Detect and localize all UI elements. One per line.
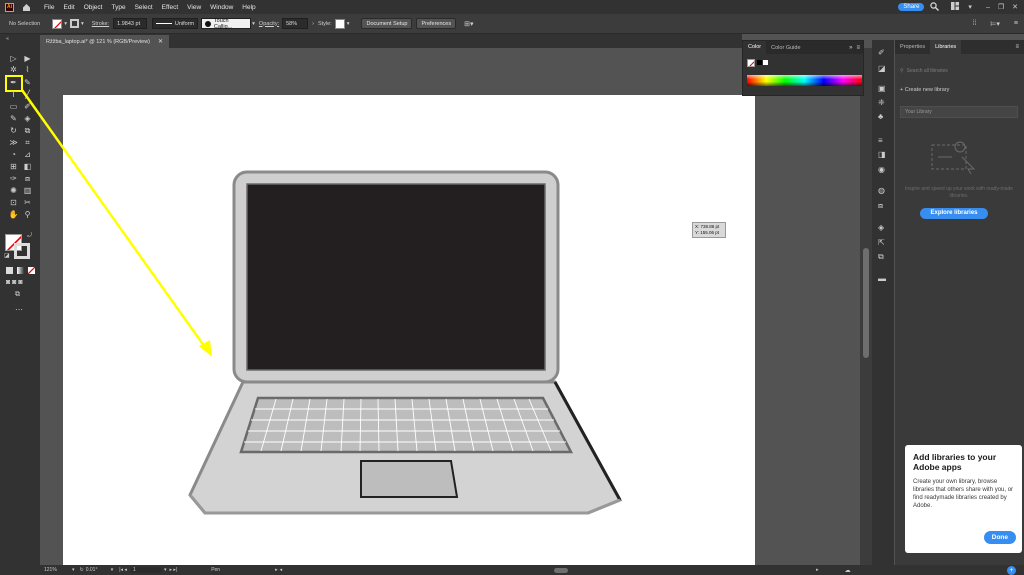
document-info-icon[interactable]: ◪ — [878, 64, 886, 73]
brushes-icon[interactable]: ❈ — [878, 98, 885, 107]
artboard-dropdown-icon[interactable]: ▾ — [164, 567, 167, 573]
properties-tab[interactable]: Properties — [895, 44, 930, 50]
brushes-panel-icon[interactable]: ✐ — [878, 48, 885, 57]
popup-body: Create your own library, browse librarie… — [913, 479, 1014, 509]
hscroll-thumb[interactable] — [554, 567, 569, 573]
popup-title: Add libraries to your Adobe apps — [913, 452, 997, 472]
rotation-dropdown-icon[interactable]: ▾ — [111, 567, 114, 573]
next-artboard-icon[interactable]: ▸ ▸| — [169, 567, 177, 573]
coord-y: Y: 155.06 pt — [695, 230, 720, 235]
artboard-number-field[interactable]: 1 — [130, 567, 161, 573]
color-tab[interactable]: Color — [743, 41, 767, 54]
library-select[interactable]: Your Library — [900, 106, 1018, 118]
current-tool-name: Pen — [211, 567, 221, 573]
collapse-panel-icon[interactable]: » — [849, 45, 852, 51]
appearance-icon[interactable]: ◍ — [878, 186, 885, 195]
create-library-label: Create new library — [904, 87, 950, 93]
color-spectrum[interactable] — [747, 75, 862, 86]
scroll-thumb[interactable] — [863, 248, 869, 358]
artboards-icon[interactable]: ⧉ — [878, 252, 884, 262]
hscroll-left-icon[interactable]: ◂ — [280, 567, 283, 573]
zoom-dropdown-icon[interactable]: ▾ — [72, 567, 75, 573]
transparency-icon[interactable]: ◉ — [878, 165, 885, 174]
cloud-icon[interactable]: ☁ — [845, 567, 851, 574]
rotation-field[interactable]: 0.01° — [86, 567, 108, 573]
search-libraries-icon: ⚲ — [900, 67, 904, 74]
status-arrow-icon[interactable]: ▸ — [275, 567, 278, 573]
white-swatch[interactable] — [763, 60, 768, 65]
black-swatch[interactable] — [757, 60, 762, 65]
rotation-icon: ↻ — [79, 567, 84, 573]
export-icon[interactable]: ⇱ — [878, 238, 885, 247]
first-artboard-icon[interactable]: |◂ ◂ — [119, 567, 127, 573]
color-panel-menu-icon[interactable]: ≡ — [856, 45, 860, 51]
stroke-panel-icon[interactable]: ≡ — [878, 136, 883, 145]
explore-libraries-button[interactable]: Explore libraries — [920, 208, 988, 219]
color-panel: Color Color Guide » ≡ — [742, 40, 864, 96]
done-button[interactable]: Done — [983, 531, 1016, 544]
comments-icon[interactable]: ▬ — [878, 274, 886, 283]
libraries-tab[interactable]: Libraries — [930, 40, 962, 54]
panel-icon-strip: ✐ ◪ ▣ ❈ ♣ ≡ ◨ ◉ ◍ ⧈ ◈ ⇱ ⧉ ▬ — [872, 40, 894, 565]
graphic-styles-icon[interactable]: ⧈ — [878, 201, 883, 211]
symbols-icon[interactable]: ♣ — [878, 112, 883, 121]
inspire-text: Inspire and speed up your work with read… — [904, 186, 1014, 199]
libraries-menu-icon[interactable]: ≡ — [1015, 44, 1019, 50]
add-icon[interactable]: + — [1007, 565, 1016, 575]
library-search-field[interactable]: ⚲ Search all libraries — [900, 65, 1018, 76]
create-library-button[interactable]: + Create new library — [900, 87, 949, 93]
layers-icon[interactable]: ◈ — [878, 223, 884, 232]
color-guide-tab[interactable]: Color Guide — [766, 45, 805, 51]
library-search-placeholder: Search all libraries — [906, 67, 948, 74]
library-select-label: Your Library — [905, 109, 932, 115]
horizontal-scrollbar[interactable] — [286, 567, 816, 574]
vertical-scrollbar[interactable] — [860, 48, 872, 565]
libraries-illustration-icon — [930, 139, 978, 177]
gradient-panel-icon[interactable]: ◨ — [878, 150, 886, 159]
zoom-field[interactable]: 121% — [44, 567, 64, 573]
fill-stroke-mini[interactable] — [747, 59, 755, 67]
coordinate-readout: X: 738.86 pt Y: 155.06 pt — [692, 222, 726, 238]
image-trace-icon[interactable]: ▣ — [878, 84, 886, 93]
status-bar: 121% ▾ ↻ 0.01° ▾ |◂ ◂ 1 ▾ ▸ ▸| Pen ▸ ◂ ▸… — [0, 565, 1024, 575]
libraries-onboarding-popup: Add libraries to your Adobe apps Create … — [905, 445, 1022, 553]
hscroll-right-icon[interactable]: ▸ — [816, 567, 819, 573]
